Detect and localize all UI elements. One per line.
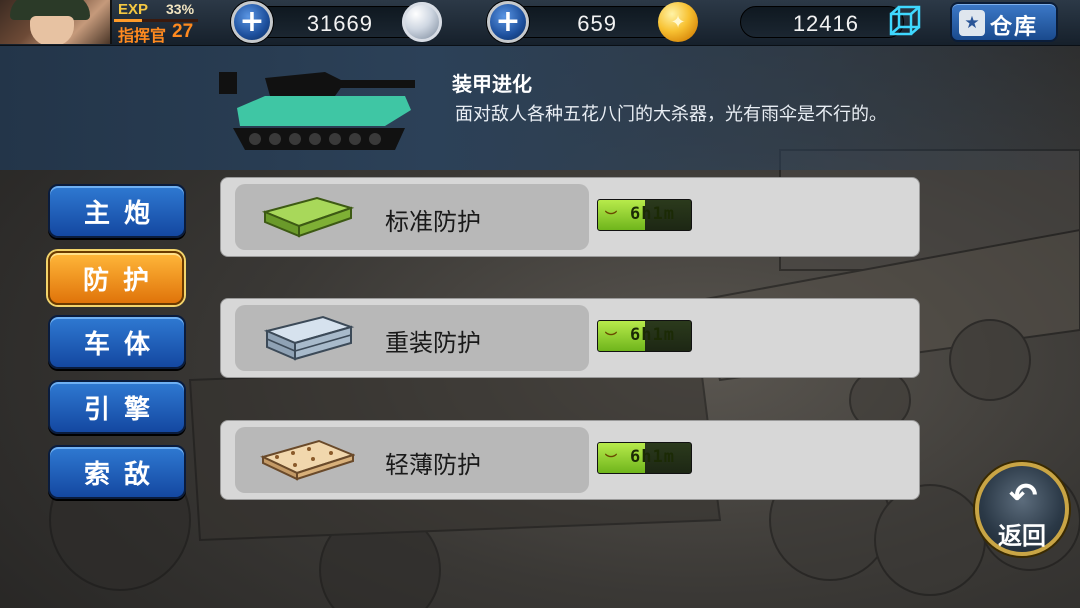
parts-resource: 12416 — [740, 6, 904, 38]
armor-name: 标准防护 — [385, 208, 481, 236]
gold-value: 659 — [577, 11, 617, 36]
exp-label: EXP — [118, 1, 149, 18]
tab-radar[interactable]: 索敌 — [48, 445, 186, 499]
rank-label: 指挥官 — [118, 26, 167, 45]
timer-text: 6h1m — [630, 325, 675, 345]
upgrade-timer: ︶ 6h1m — [597, 320, 692, 352]
add-silver-button[interactable]: + — [231, 1, 273, 43]
tank-icon — [219, 72, 415, 150]
info-banner: 装甲进化 面对敌人各种五花八门的大杀器，光有雨伞是不行的。 — [0, 46, 1080, 170]
exp-percent: 33% — [166, 1, 195, 17]
add-gold-button[interactable]: + — [487, 1, 529, 43]
warehouse-label: 仓库 — [990, 15, 1039, 40]
chevron-icon: ︶ — [605, 453, 618, 467]
tab-label: 引擎 — [83, 394, 164, 425]
armor-item-card[interactable]: 轻薄防护 — [235, 427, 589, 493]
cube-icon — [889, 5, 921, 36]
armor-name: 轻薄防护 — [385, 451, 481, 479]
tab-label: 主炮 — [83, 198, 164, 229]
gold-coin-icon: ✦ — [658, 2, 698, 42]
tab-label: 索敌 — [83, 459, 164, 490]
star-icon: ★ — [959, 10, 985, 36]
silver-coin-icon — [402, 2, 442, 42]
exp-panel: EXP 33% 指挥官 27 — [114, 0, 200, 45]
armor-row-standard[interactable]: 标准防护 ︶ 6h1m — [220, 177, 920, 257]
armor-row-heavy[interactable]: 重装防护 ︶ 6h1m — [220, 298, 920, 378]
chevron-icon: ︶ — [605, 331, 618, 345]
warehouse-button[interactable]: ★ 仓库 — [950, 2, 1058, 42]
tab-engine[interactable]: 引擎 — [48, 380, 186, 434]
parts-value: 12416 — [792, 11, 859, 36]
tab-label: 车体 — [83, 329, 164, 360]
wood-armor-plate-icon — [260, 439, 355, 481]
return-arrow-icon: ↶ — [1009, 476, 1038, 516]
armor-name: 重装防护 — [385, 329, 481, 357]
return-button[interactable]: ↶ 返回 — [975, 462, 1069, 556]
green-armor-plate-icon — [261, 196, 355, 238]
tab-main-gun[interactable]: 主炮 — [48, 184, 186, 238]
tab-label: 防护 — [82, 265, 163, 296]
rank-level: 27 — [172, 21, 194, 42]
tab-hull[interactable]: 车体 — [48, 315, 186, 369]
upgrade-timer: ︶ 6h1m — [597, 442, 692, 474]
top-status-bar: EXP 33% 指挥官 27 31669 + 659 + ✦ 12416 ★ 仓… — [0, 0, 1080, 46]
timer-text: 6h1m — [630, 204, 675, 224]
timer-text: 6h1m — [630, 447, 675, 467]
chevron-icon: ︶ — [605, 210, 618, 224]
return-label: 返回 — [998, 522, 1046, 550]
armor-item-card[interactable]: 标准防护 — [235, 184, 589, 250]
armor-row-light[interactable]: 轻薄防护 ︶ 6h1m — [220, 420, 920, 500]
info-title: 装甲进化 — [452, 72, 532, 96]
steel-armor-plate-icon — [263, 315, 355, 361]
silver-value: 31669 — [306, 11, 373, 36]
commander-avatar[interactable] — [0, 0, 112, 44]
tab-armor[interactable]: 防护 — [48, 251, 184, 305]
armor-item-card[interactable]: 重装防护 — [235, 305, 589, 371]
info-description: 面对敌人各种五花八门的大杀器，光有雨伞是不行的。 — [455, 104, 887, 125]
upgrade-timer: ︶ 6h1m — [597, 199, 692, 231]
